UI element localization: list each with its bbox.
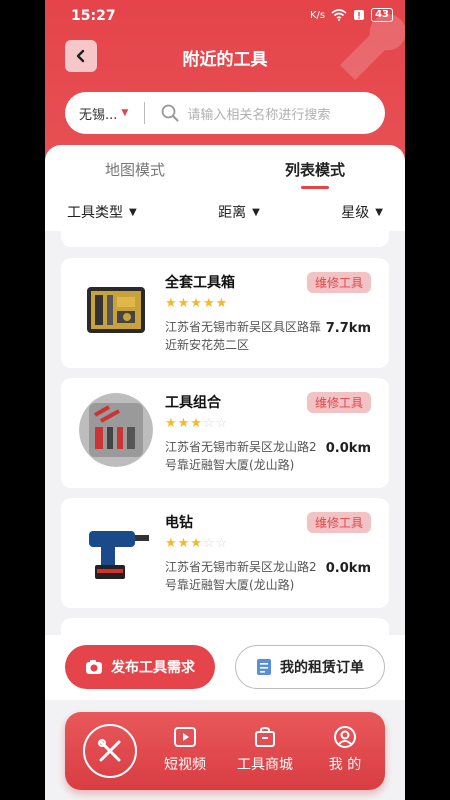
- star-rating: ★★★★★: [165, 296, 229, 311]
- nav-tools-home-button[interactable]: [83, 724, 137, 778]
- filter-distance[interactable]: 距离 ▼: [218, 202, 260, 222]
- item-name: 全套工具箱: [165, 275, 235, 291]
- caret-down-icon: ▼: [129, 206, 137, 218]
- tool-set-image: [79, 393, 153, 467]
- list-item-partial: [61, 231, 389, 247]
- filter-label: 星级: [341, 205, 370, 221]
- nav-label: 我 的: [328, 757, 362, 773]
- city-selector[interactable]: 无锡... ▼: [79, 104, 128, 123]
- tab-map-mode[interactable]: 地图模式: [45, 145, 225, 193]
- tool-list[interactable]: 全套工具箱 维修工具 ★★★★★ 江苏省无锡市新吴区具区路靠近新安花苑二区 7.…: [45, 231, 405, 635]
- caret-down-icon: ▼: [252, 206, 260, 218]
- list-item[interactable]: 全套工具箱 维修工具 ★★★★★ 江苏省无锡市新吴区具区路靠近新安花苑二区 7.…: [61, 258, 389, 368]
- item-name: 电钻: [165, 515, 193, 531]
- network-speed: K/s: [309, 9, 326, 21]
- publish-request-button[interactable]: 发布工具需求: [65, 645, 215, 689]
- shopping-bag-icon: [255, 726, 275, 747]
- battery-level: 43: [371, 8, 393, 22]
- category-badge: 维修工具: [306, 272, 371, 293]
- order-list-icon: [257, 659, 271, 675]
- list-item[interactable]: 工具组合 维修工具 ★★★☆☆ 江苏省无锡市新吴区龙山路2号靠近融智大厦(龙山路…: [61, 378, 389, 488]
- wifi-icon: [331, 9, 347, 21]
- filter-bar: 工具类型 ▼ 距离 ▼ 星级 ▼: [45, 193, 405, 231]
- star-rating: ★★★☆☆: [165, 536, 229, 551]
- drill-image: [79, 513, 153, 587]
- filter-tool-type[interactable]: 工具类型 ▼: [67, 202, 137, 222]
- nav-label: 工具商城: [237, 757, 293, 773]
- alert-icon: [354, 10, 365, 20]
- orders-label: 我的租赁订单: [280, 660, 364, 676]
- action-bar: 发布工具需求 我的租赁订单: [45, 635, 405, 700]
- app-screen: 15:27 K/s 43 附近的工具 无锡... ▼ 请输入相关名称进行搜索 地…: [45, 0, 405, 800]
- item-name: 工具组合: [165, 395, 221, 411]
- camera-icon: [86, 660, 102, 674]
- item-address: 江苏省无锡市新吴区龙山路2号靠近融智大厦(龙山路): [165, 560, 317, 592]
- filter-label: 距离: [218, 205, 247, 221]
- category-badge: 维修工具: [306, 392, 371, 413]
- status-time: 15:27: [71, 8, 116, 24]
- nav-item-video[interactable]: 短视频: [155, 726, 215, 774]
- item-address: 江苏省无锡市新吴区龙山路2号靠近融智大厦(龙山路): [165, 440, 317, 472]
- item-distance: 0.0km: [325, 561, 371, 576]
- view-mode-tabs: 地图模式 列表模式: [45, 145, 405, 193]
- status-bar: 15:27 K/s 43: [45, 0, 405, 32]
- page-title: 附近的工具: [182, 50, 268, 70]
- caret-down-icon: ▼: [375, 206, 383, 218]
- item-distance: 7.7km: [325, 321, 371, 336]
- nav-item-mall[interactable]: 工具商城: [235, 726, 295, 774]
- bottom-nav: 短视频 工具商城 我 的: [65, 712, 385, 790]
- status-icons: K/s 43: [310, 8, 393, 22]
- search-icon: [161, 104, 179, 122]
- city-label: 无锡...: [79, 107, 118, 123]
- search-bar: 无锡... ▼ 请输入相关名称进行搜索: [65, 92, 385, 134]
- list-item[interactable]: 电钻 维修工具 ★★★☆☆ 江苏省无锡市新吴区龙山路2号靠近融智大厦(龙山路) …: [61, 498, 389, 608]
- nav-item-mine[interactable]: 我 的: [315, 726, 375, 774]
- list-item-partial[interactable]: [61, 618, 389, 635]
- user-icon: [334, 726, 356, 748]
- toolbox-image: [79, 273, 153, 347]
- publish-label: 发布工具需求: [111, 660, 195, 676]
- tools-cross-icon: [98, 739, 121, 762]
- my-orders-button[interactable]: 我的租赁订单: [235, 645, 385, 689]
- caret-down-icon: ▼: [121, 108, 129, 118]
- category-badge: 维修工具: [306, 512, 371, 533]
- filter-label: 工具类型: [67, 205, 123, 221]
- item-distance: 0.0km: [325, 441, 371, 456]
- nav-label: 短视频: [164, 757, 206, 773]
- video-play-icon: [174, 727, 196, 747]
- tab-list-mode[interactable]: 列表模式: [225, 145, 405, 193]
- search-divider: [144, 102, 146, 124]
- search-input[interactable]: 请输入相关名称进行搜索: [187, 104, 330, 123]
- item-address: 江苏省无锡市新吴区具区路靠近新安花苑二区: [165, 320, 322, 352]
- star-rating: ★★★☆☆: [165, 416, 229, 431]
- filter-rating[interactable]: 星级 ▼: [341, 202, 383, 222]
